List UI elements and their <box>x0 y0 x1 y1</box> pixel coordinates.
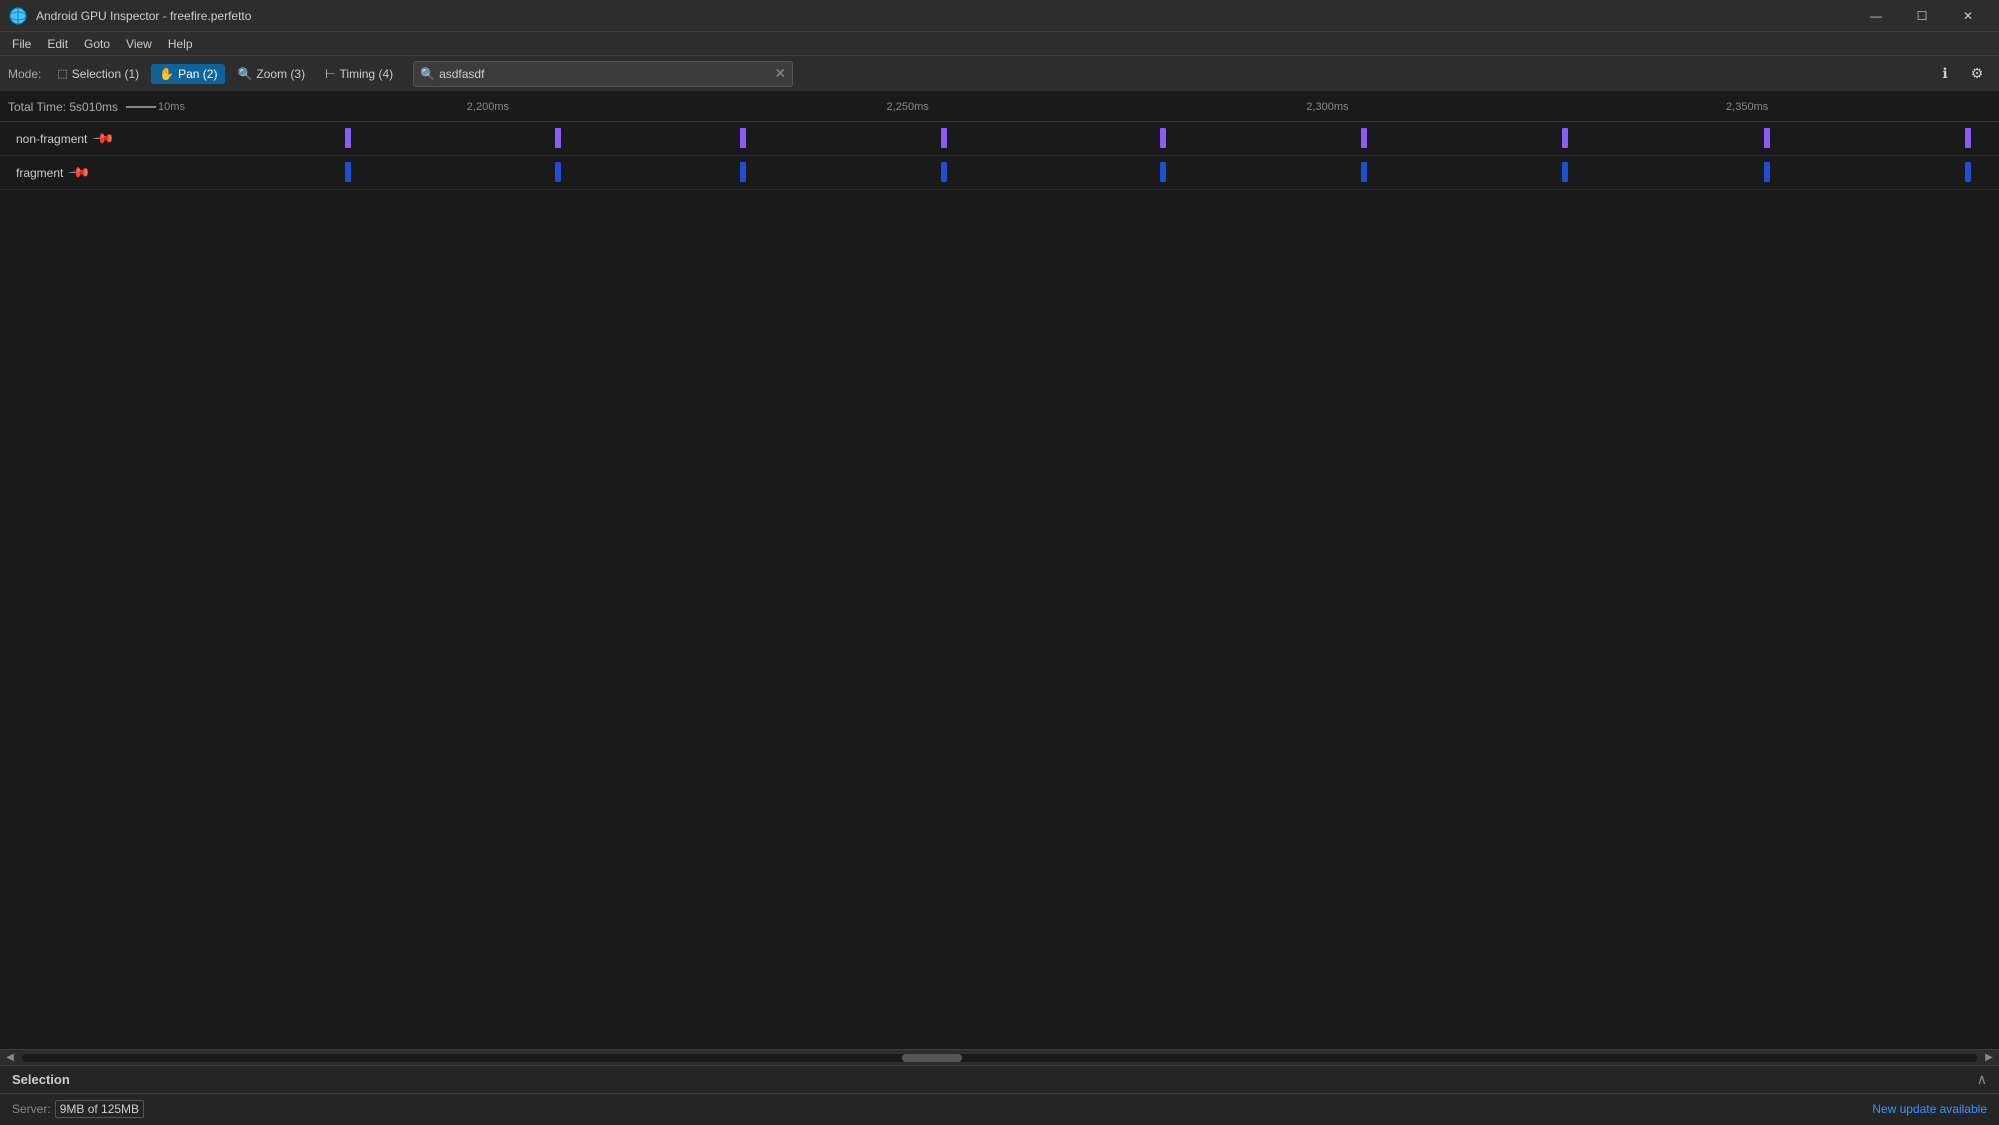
selection-icon: ⬚ <box>57 67 67 80</box>
tick-2300: 2,300ms <box>1306 101 1348 113</box>
tick-2350: 2,350ms <box>1726 101 1768 113</box>
scroll-thumb[interactable] <box>902 1054 962 1062</box>
block-non-fragment-5 <box>1160 128 1166 148</box>
info-icon: ℹ <box>1942 65 1947 82</box>
mode-pan-button[interactable]: ✋ Pan (2) <box>151 64 225 84</box>
server-value: 9MB of 125MB <box>55 1100 144 1118</box>
block-fragment-4 <box>941 162 947 182</box>
timing-icon: ⊢ <box>325 67 335 81</box>
menu-view[interactable]: View <box>118 33 160 55</box>
pin-icon-fragment: 📌 <box>68 160 92 184</box>
close-button[interactable]: ✕ <box>1945 0 1991 32</box>
timeline-ticks: 2,200ms 2,250ms 2,300ms 2,350ms <box>320 92 1999 121</box>
block-fragment-9 <box>1965 162 1971 182</box>
block-non-fragment-8 <box>1764 128 1770 148</box>
pan-icon: ✋ <box>159 67 174 81</box>
window-title: Android GPU Inspector - freefire.perfett… <box>36 9 1853 23</box>
time-scale: 10ms <box>126 101 185 113</box>
track-label-non-fragment: non-fragment 📌 <box>0 130 320 147</box>
non-fragment-name: non-fragment <box>16 132 87 146</box>
track-row-non-fragment: non-fragment 📌 <box>0 122 1999 156</box>
block-fragment-3 <box>740 162 746 182</box>
fragment-name: fragment <box>16 166 63 180</box>
mode-zoom-button[interactable]: 🔍 Zoom (3) <box>229 64 313 84</box>
scale-label: 10ms <box>158 101 185 113</box>
block-fragment-1 <box>345 162 351 182</box>
menu-file[interactable]: File <box>4 33 39 55</box>
menu-goto[interactable]: Goto <box>76 33 118 55</box>
block-non-fragment-9 <box>1965 128 1971 148</box>
total-time: Total Time: 5s010ms 10ms <box>0 100 320 114</box>
toolbar: Mode: ⬚ Selection (1) ✋ Pan (2) 🔍 Zoom (… <box>0 56 1999 92</box>
mode-selection-button[interactable]: ⬚ Selection (1) <box>49 64 147 84</box>
track-label-fragment: fragment 📌 <box>0 164 320 181</box>
tick-2200: 2,200ms <box>467 101 509 113</box>
block-non-fragment-6 <box>1361 128 1367 148</box>
mode-pan-label: Pan (2) <box>178 67 217 81</box>
info-button[interactable]: ℹ <box>1931 60 1959 88</box>
settings-icon: ⚙ <box>1971 65 1984 82</box>
search-input[interactable] <box>439 67 774 81</box>
track-row-fragment: fragment 📌 <box>0 156 1999 190</box>
block-fragment-2 <box>555 162 561 182</box>
empty-track-area <box>0 190 1999 1049</box>
scroll-track[interactable] <box>22 1054 1977 1062</box>
block-fragment-5 <box>1160 162 1166 182</box>
pin-icon-non-fragment: 📌 <box>92 126 116 150</box>
mode-zoom-label: Zoom (3) <box>256 67 305 81</box>
server-label: Server: <box>12 1102 51 1116</box>
scroll-left-button[interactable]: ◀ <box>0 1052 20 1064</box>
update-link[interactable]: New update available <box>1872 1102 1987 1116</box>
window-controls: — ☐ ✕ <box>1853 0 1991 32</box>
block-fragment-7 <box>1562 162 1568 182</box>
menu-help[interactable]: Help <box>160 33 201 55</box>
settings-button[interactable]: ⚙ <box>1963 60 1991 88</box>
block-non-fragment-7 <box>1562 128 1568 148</box>
mode-timing-label: Timing (4) <box>340 67 394 81</box>
menu-edit[interactable]: Edit <box>39 33 76 55</box>
track-canvas-fragment[interactable] <box>320 156 1999 189</box>
selection-header: Selection ∧ <box>0 1066 1999 1094</box>
status-bar: Server: 9MB of 125MB New update availabl… <box>0 1094 1999 1125</box>
search-clear-button[interactable]: ✕ <box>774 65 786 82</box>
bottom-panel: Selection ∧ Server: 9MB of 125MB New upd… <box>0 1065 1999 1125</box>
scroll-right-button[interactable]: ▶ <box>1979 1052 1999 1064</box>
timeline-header: Total Time: 5s010ms 10ms 2,200ms 2,250ms… <box>0 92 1999 122</box>
track-area: non-fragment 📌 fragment 📌 <box>0 122 1999 1049</box>
total-time-label: Total Time: 5s010ms <box>8 100 118 114</box>
tick-2250: 2,250ms <box>887 101 929 113</box>
block-non-fragment-2 <box>555 128 561 148</box>
mode-timing-button[interactable]: ⊢ Timing (4) <box>317 64 401 84</box>
block-non-fragment-4 <box>941 128 947 148</box>
block-fragment-6 <box>1361 162 1367 182</box>
selection-title: Selection <box>12 1072 1977 1087</box>
collapse-button[interactable]: ∧ <box>1977 1071 1987 1088</box>
menu-bar: File Edit Goto View Help <box>0 32 1999 56</box>
mode-label: Mode: <box>8 67 41 81</box>
search-box: 🔍 ✕ <box>413 61 793 87</box>
search-icon: 🔍 <box>420 67 435 81</box>
title-bar: Android GPU Inspector - freefire.perfett… <box>0 0 1999 32</box>
block-non-fragment-3 <box>740 128 746 148</box>
block-fragment-8 <box>1764 162 1770 182</box>
track-canvas-non-fragment[interactable] <box>320 122 1999 155</box>
scrollbar-area: ◀ ▶ <box>0 1049 1999 1065</box>
mode-selection-label: Selection (1) <box>72 67 139 81</box>
app-icon <box>8 6 28 26</box>
block-non-fragment-1 <box>345 128 351 148</box>
minimize-button[interactable]: — <box>1853 0 1899 32</box>
maximize-button[interactable]: ☐ <box>1899 0 1945 32</box>
zoom-icon: 🔍 <box>237 67 252 81</box>
